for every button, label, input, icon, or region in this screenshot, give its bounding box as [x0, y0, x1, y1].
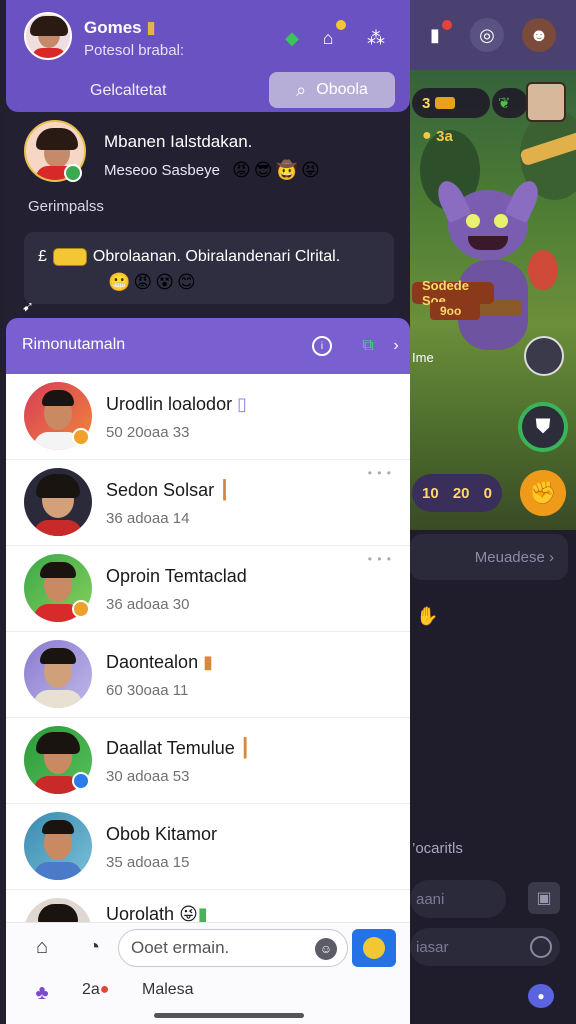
- reaction-emojis: 😡 😎 🤠 😝: [232, 160, 320, 181]
- more-options-icon[interactable]: • • •: [368, 552, 392, 566]
- page-title: Gomes ▮: [84, 18, 156, 37]
- contact-meta: 60 30oaa 11: [106, 682, 189, 699]
- hud-coins: 3: [412, 88, 490, 118]
- emoji-icon: 🤠: [275, 160, 298, 180]
- send-button[interactable]: [352, 929, 396, 967]
- composer-label[interactable]: Malesa: [142, 981, 194, 999]
- game-banner: Sodede Soe: [412, 278, 494, 308]
- emoji-icon: 😜: [179, 904, 198, 924]
- info-icon[interactable]: i: [312, 336, 332, 356]
- chat-panel: Gomes ▮ Potesol brabal: ◆ ⌂ ⁂ Gelcalteta…: [6, 0, 410, 1024]
- settings-icon[interactable]: ◎: [470, 18, 504, 52]
- leaf-icon[interactable]: ◆: [278, 24, 306, 52]
- section-label: Gerimpalss: [28, 198, 104, 215]
- chevron-right-icon[interactable]: ›: [384, 334, 408, 358]
- contact-name: Sedon Solsar ┃: [106, 480, 230, 500]
- feature-title: Mbanen Ialstdakan.: [104, 132, 253, 151]
- gift-icon[interactable]: ⌂: [314, 20, 346, 52]
- contact-name: Urodlin loalodor ▯: [106, 394, 247, 414]
- status-badge: [72, 772, 90, 790]
- avatar: [24, 640, 92, 708]
- contact-name: Oproin Temtaclad: [106, 566, 247, 586]
- cursor-icon: ➹: [22, 298, 34, 314]
- list-item[interactable]: Obob Kitamor 35 adoaa 15: [6, 804, 410, 890]
- feature-area: Mbanen Ialstdakan. Meseoo Sasbeye 😡 😎 🤠 😝 G…: [6, 112, 410, 322]
- game-top-bar: ▮ ◎ ☻: [410, 0, 576, 70]
- contact-list: Urodlin loalodor ▯ 50 20oaa 33 • • • Sed…: [6, 374, 410, 924]
- notice-emojis: 😬 😡 😵 😊: [108, 272, 196, 293]
- emoji-icon: 😝: [300, 160, 320, 180]
- game-side-text: ’ocaritls: [412, 840, 463, 857]
- game-tag: Ime: [412, 350, 434, 365]
- contact-name: Daontealon ▮: [106, 652, 213, 672]
- search-button[interactable]: ⌕ Oboola: [269, 72, 395, 108]
- score-bar: 10 20 0: [412, 474, 502, 512]
- avatar: [24, 898, 92, 924]
- contact-meta: 35 adoaa 15: [106, 854, 190, 871]
- chat-group-icon[interactable]: ⧉: [356, 334, 380, 358]
- profile-avatar[interactable]: ☻: [522, 18, 556, 52]
- group-icon[interactable]: ⁂: [362, 24, 390, 52]
- list-item[interactable]: Urodlin loalodor ▯ 50 20oaa 33: [6, 374, 410, 460]
- emoji-icon: 😡: [232, 160, 251, 180]
- coin-chip: [52, 248, 87, 266]
- emoji-icon: 😎: [253, 160, 273, 180]
- emoji-icon: 😡: [133, 272, 153, 292]
- notice-text: £ Obrolaanan. Obiralandenari Clrital.: [38, 248, 341, 266]
- game-input[interactable]: aani: [410, 880, 506, 918]
- status-badge: [72, 428, 90, 446]
- emoji-icon: 😊: [176, 272, 196, 292]
- avatar: [24, 812, 92, 880]
- game-attach-icon[interactable]: ▣: [528, 882, 560, 914]
- contact-meta: 36 adoaa 14: [106, 510, 190, 527]
- emoji-icon: [363, 937, 385, 959]
- list-item[interactable]: • • • Sedon Solsar ┃ 36 adoaa 14: [6, 460, 410, 546]
- leaf-icon: ❦: [492, 88, 528, 118]
- message-input[interactable]: Ooet ermain. ☺: [118, 929, 348, 967]
- contact-meta: 30 adoaa 53: [106, 768, 190, 785]
- player-portrait: [526, 82, 566, 122]
- contact-name: Uorolath 😜▮: [106, 904, 208, 924]
- online-badge: [64, 164, 82, 182]
- feature-subtitle: Meseoo Sasbeye: [104, 162, 220, 179]
- composer-bar: ⌂ ◔ Ooet ermain. ☺ ♣ 2a● Malesa: [6, 922, 410, 1024]
- contact-name: Daallat Temulue ┃: [106, 738, 251, 758]
- notification-icon[interactable]: ▮: [418, 18, 452, 52]
- contact-meta: 50 20oaa 33: [106, 424, 190, 441]
- ability-button[interactable]: [524, 336, 564, 376]
- emoji-icon: 😵: [155, 272, 174, 292]
- contact-meta: 36 adoaa 30: [106, 596, 190, 613]
- clock-icon: [530, 936, 552, 958]
- contacts-title: Rimonutamaln: [22, 336, 126, 353]
- user-avatar[interactable]: [24, 12, 72, 60]
- list-item[interactable]: • • • Oproin Temtaclad 36 adoaa 30: [6, 546, 410, 632]
- shield-icon[interactable]: ⛊: [518, 402, 568, 452]
- list-item[interactable]: Daallat Temulue ┃ 30 adoaa 53: [6, 718, 410, 804]
- puzzle-icon[interactable]: ♣: [28, 979, 56, 1007]
- contact-name: Obob Kitamor: [106, 824, 218, 844]
- compass-icon[interactable]: ◔: [80, 933, 108, 961]
- unread-count: 2a●: [82, 981, 110, 998]
- list-item[interactable]: Uorolath 😜▮: [6, 890, 410, 924]
- status-badge: [72, 600, 90, 618]
- panel-header: Gomes ▮ Potesol brabal: ◆ ⌂ ⁂ Gelcalteta…: [6, 0, 410, 112]
- home-indicator: [154, 1013, 304, 1018]
- chat-bubble-icon[interactable]: ●: [528, 984, 554, 1008]
- game-message-bar[interactable]: Meuadese ›: [410, 534, 568, 580]
- game-banner-sub: 9oo: [430, 302, 480, 320]
- home-icon[interactable]: ⌂: [28, 933, 56, 961]
- search-icon: ⌕: [296, 79, 307, 100]
- emoji-icon: 😬: [108, 272, 131, 292]
- avatar: [24, 468, 92, 536]
- list-item[interactable]: Daontealon ▮ 60 30oaa 11: [6, 632, 410, 718]
- hud-counter: ● 3a: [422, 127, 453, 145]
- page-subtitle: Potesol brabal:: [84, 42, 185, 59]
- header-tab-label[interactable]: Gelcaltetat: [90, 82, 166, 100]
- notice-card[interactable]: £ Obrolaanan. Obiralandenari Clrital. 😬 😡…: [24, 232, 394, 304]
- emoji-picker-icon[interactable]: ☺: [315, 938, 337, 960]
- contacts-header: Rimonutamaln i ⧉ ›: [6, 318, 410, 374]
- fist-icon[interactable]: ✊: [520, 470, 566, 516]
- more-options-icon[interactable]: • • •: [368, 466, 392, 480]
- hand-icon: ✋: [416, 606, 439, 626]
